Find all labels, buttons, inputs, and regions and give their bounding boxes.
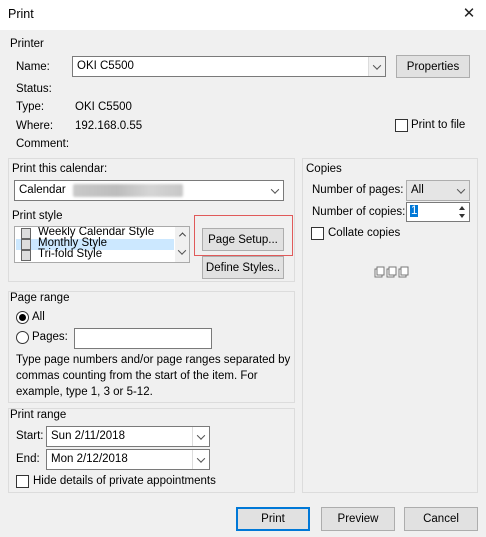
number-of-copies-stepper[interactable]: 1 [406,202,470,222]
increment-icon[interactable] [455,204,468,212]
number-of-pages-dropdown[interactable]: All [406,180,470,201]
print-to-file-checkbox[interactable] [395,119,408,132]
define-styles-button[interactable]: Define Styles.. [202,256,284,279]
decrement-icon[interactable] [455,212,468,220]
calendar-dropdown[interactable]: Calendar [14,180,284,201]
list-item-label: Tri-fold Style [38,248,103,260]
number-of-copies-value[interactable]: 1 [410,205,419,217]
printer-name-dropdown[interactable]: OKI C5500 [72,56,386,77]
printer-name-label: Name: [16,61,50,73]
start-label: Start: [16,430,44,442]
properties-button[interactable]: Properties [396,55,470,78]
number-of-pages-value: All [411,184,424,196]
cancel-button[interactable]: Cancel [404,507,478,531]
print-style-label: Print style [12,210,63,222]
page-range-label: Page range [10,292,70,304]
list-item[interactable]: Tri-fold Style [16,248,174,261]
comment-label: Comment: [16,138,70,150]
where-value: 192.168.0.55 [75,120,143,132]
page-range-help-line3: example, type 1, 3 or 5-12. [16,386,153,398]
scroll-down-icon[interactable] [177,246,187,255]
pages-radio[interactable] [16,331,29,344]
chevron-down-icon[interactable] [368,57,385,76]
calendar-style-icon [21,250,31,261]
page-setup-button[interactable]: Page Setup... [202,228,284,251]
redacted-calendar-name [73,184,183,197]
end-date-picker[interactable]: Mon 2/12/2018 [46,449,210,470]
calendar-section-label: Print this calendar: [12,163,108,175]
window-title: Print [8,7,34,21]
calendar-style-icon [21,228,31,239]
page-range-help-line1: Type page numbers and/or page ranges sep… [16,354,291,366]
printer-section-label: Printer [10,38,44,50]
type-label: Type: [16,101,45,113]
print-button[interactable]: Print [236,507,310,531]
print-to-file-label: Print to file [411,119,466,131]
number-of-copies-label: Number of copies: [312,206,406,218]
end-date-value: Mon 2/12/2018 [51,453,128,465]
chevron-down-icon[interactable] [192,450,209,469]
print-range-label: Print range [10,409,67,421]
all-pages-label: All [32,311,45,323]
list-scrollbar[interactable] [175,227,189,262]
end-label: End: [16,453,40,465]
pages-label: Pages: [32,331,68,343]
start-date-picker[interactable]: Sun 2/11/2018 [46,426,210,447]
calendar-style-icon [21,239,31,250]
type-value: OKI C5500 [75,101,132,113]
preview-button[interactable]: Preview [321,507,395,531]
start-date-value: Sun 2/11/2018 [51,430,125,442]
page-range-help-line2: commas counting from the start of the it… [16,370,258,382]
copies-section-label: Copies [306,163,342,175]
collate-pages-icon [374,266,410,278]
collate-copies-label: Collate copies [328,227,401,239]
title-bar [0,0,486,30]
print-style-list[interactable]: Weekly Calendar Style Monthly Style Tri-… [14,226,190,263]
hide-private-checkbox[interactable] [16,475,29,488]
collate-copies-checkbox[interactable] [311,227,324,240]
scroll-up-icon[interactable] [178,232,187,240]
chevron-down-icon[interactable] [266,181,283,200]
chevron-down-icon[interactable] [452,181,469,200]
printer-name-value: OKI C5500 [77,60,134,72]
chevron-down-icon[interactable] [192,427,209,446]
hide-private-label: Hide details of private appointments [33,475,216,487]
pages-input[interactable] [74,328,212,349]
close-icon[interactable]: ✕ [460,4,478,24]
status-label: Status: [16,83,52,95]
all-pages-radio[interactable] [16,311,29,324]
calendar-value: Calendar [19,184,66,196]
number-of-pages-label: Number of pages: [312,184,404,196]
where-label: Where: [16,120,54,132]
